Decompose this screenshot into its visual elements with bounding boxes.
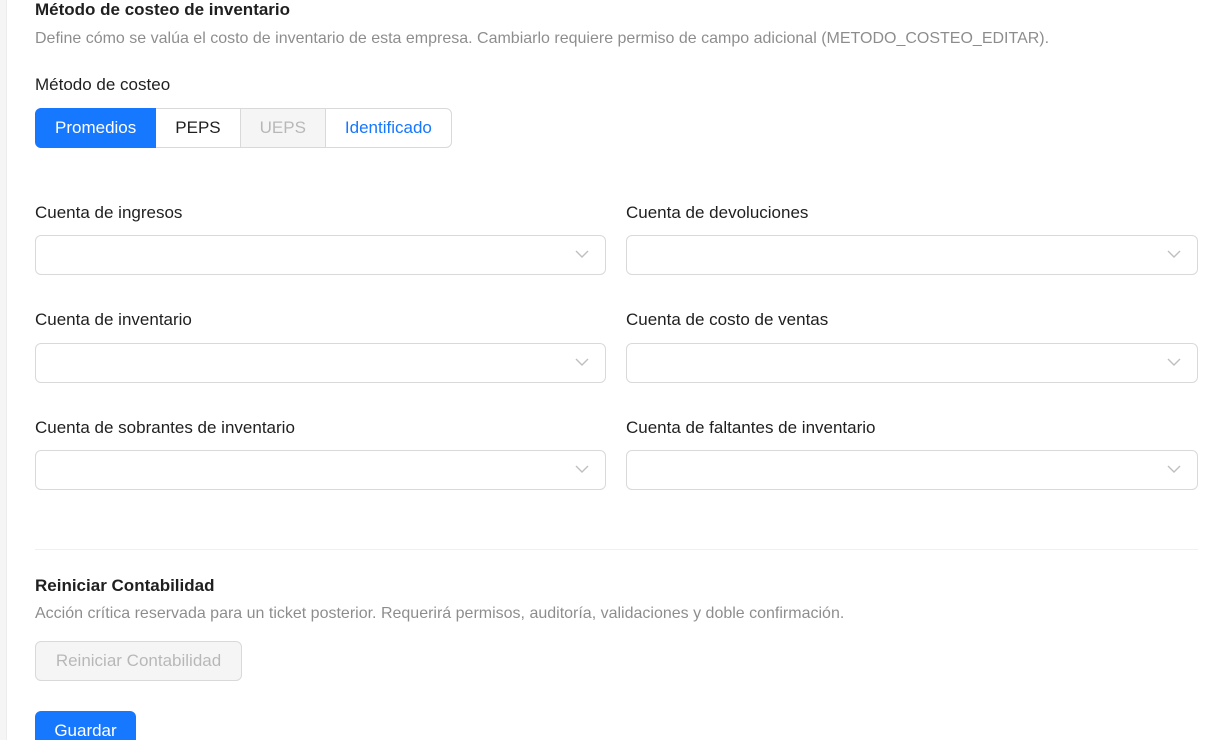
chevron-down-icon — [1167, 250, 1181, 258]
costing-method-segmented: Promedios PEPS UEPS Identificado — [35, 108, 452, 148]
costing-method-label: Método de costeo — [35, 75, 171, 94]
inventario-account-label: Cuenta de inventario — [35, 310, 192, 329]
inventario-account-select[interactable] — [35, 343, 606, 383]
chevron-down-icon — [575, 465, 589, 473]
devoluciones-account-select[interactable] — [626, 235, 1198, 275]
chevron-down-icon — [1167, 465, 1181, 473]
ingresos-account-label: Cuenta de ingresos — [35, 203, 183, 222]
reset-accounting-button: Reiniciar Contabilidad — [35, 641, 242, 681]
chevron-down-icon — [575, 358, 589, 366]
costing-option-identificado[interactable]: Identificado — [324, 108, 452, 148]
sobrantes-account-label: Cuenta de sobrantes de inventario — [35, 418, 295, 437]
costing-section-description: Define cómo se valúa el costo de inventa… — [35, 30, 1050, 47]
faltantes-account-select[interactable] — [626, 450, 1198, 490]
faltantes-account-label: Cuenta de faltantes de inventario — [626, 418, 876, 437]
chevron-down-icon — [575, 250, 589, 258]
save-button[interactable]: Guardar — [35, 711, 136, 740]
costo-ventas-account-label: Cuenta de costo de ventas — [626, 310, 829, 329]
reset-section-description: Acción crítica reservada para un ticket … — [35, 605, 845, 622]
reset-section-title: Reiniciar Contabilidad — [35, 576, 215, 595]
settings-page: Método de costeo de inventario Define có… — [0, 0, 1230, 740]
devoluciones-account-label: Cuenta de devoluciones — [626, 203, 809, 222]
chevron-down-icon — [1167, 358, 1181, 366]
ingresos-account-select[interactable] — [35, 235, 606, 275]
sobrantes-account-select[interactable] — [35, 450, 606, 490]
section-divider — [35, 549, 1198, 550]
costing-option-promedios[interactable]: Promedios — [35, 108, 157, 148]
costing-option-ueps: UEPS — [239, 108, 326, 148]
costo-ventas-account-select[interactable] — [626, 343, 1198, 383]
costing-option-peps[interactable]: PEPS — [155, 108, 241, 148]
scroll-container-edge — [0, 0, 7, 740]
costing-section-title: Método de costeo de inventario — [35, 0, 291, 19]
